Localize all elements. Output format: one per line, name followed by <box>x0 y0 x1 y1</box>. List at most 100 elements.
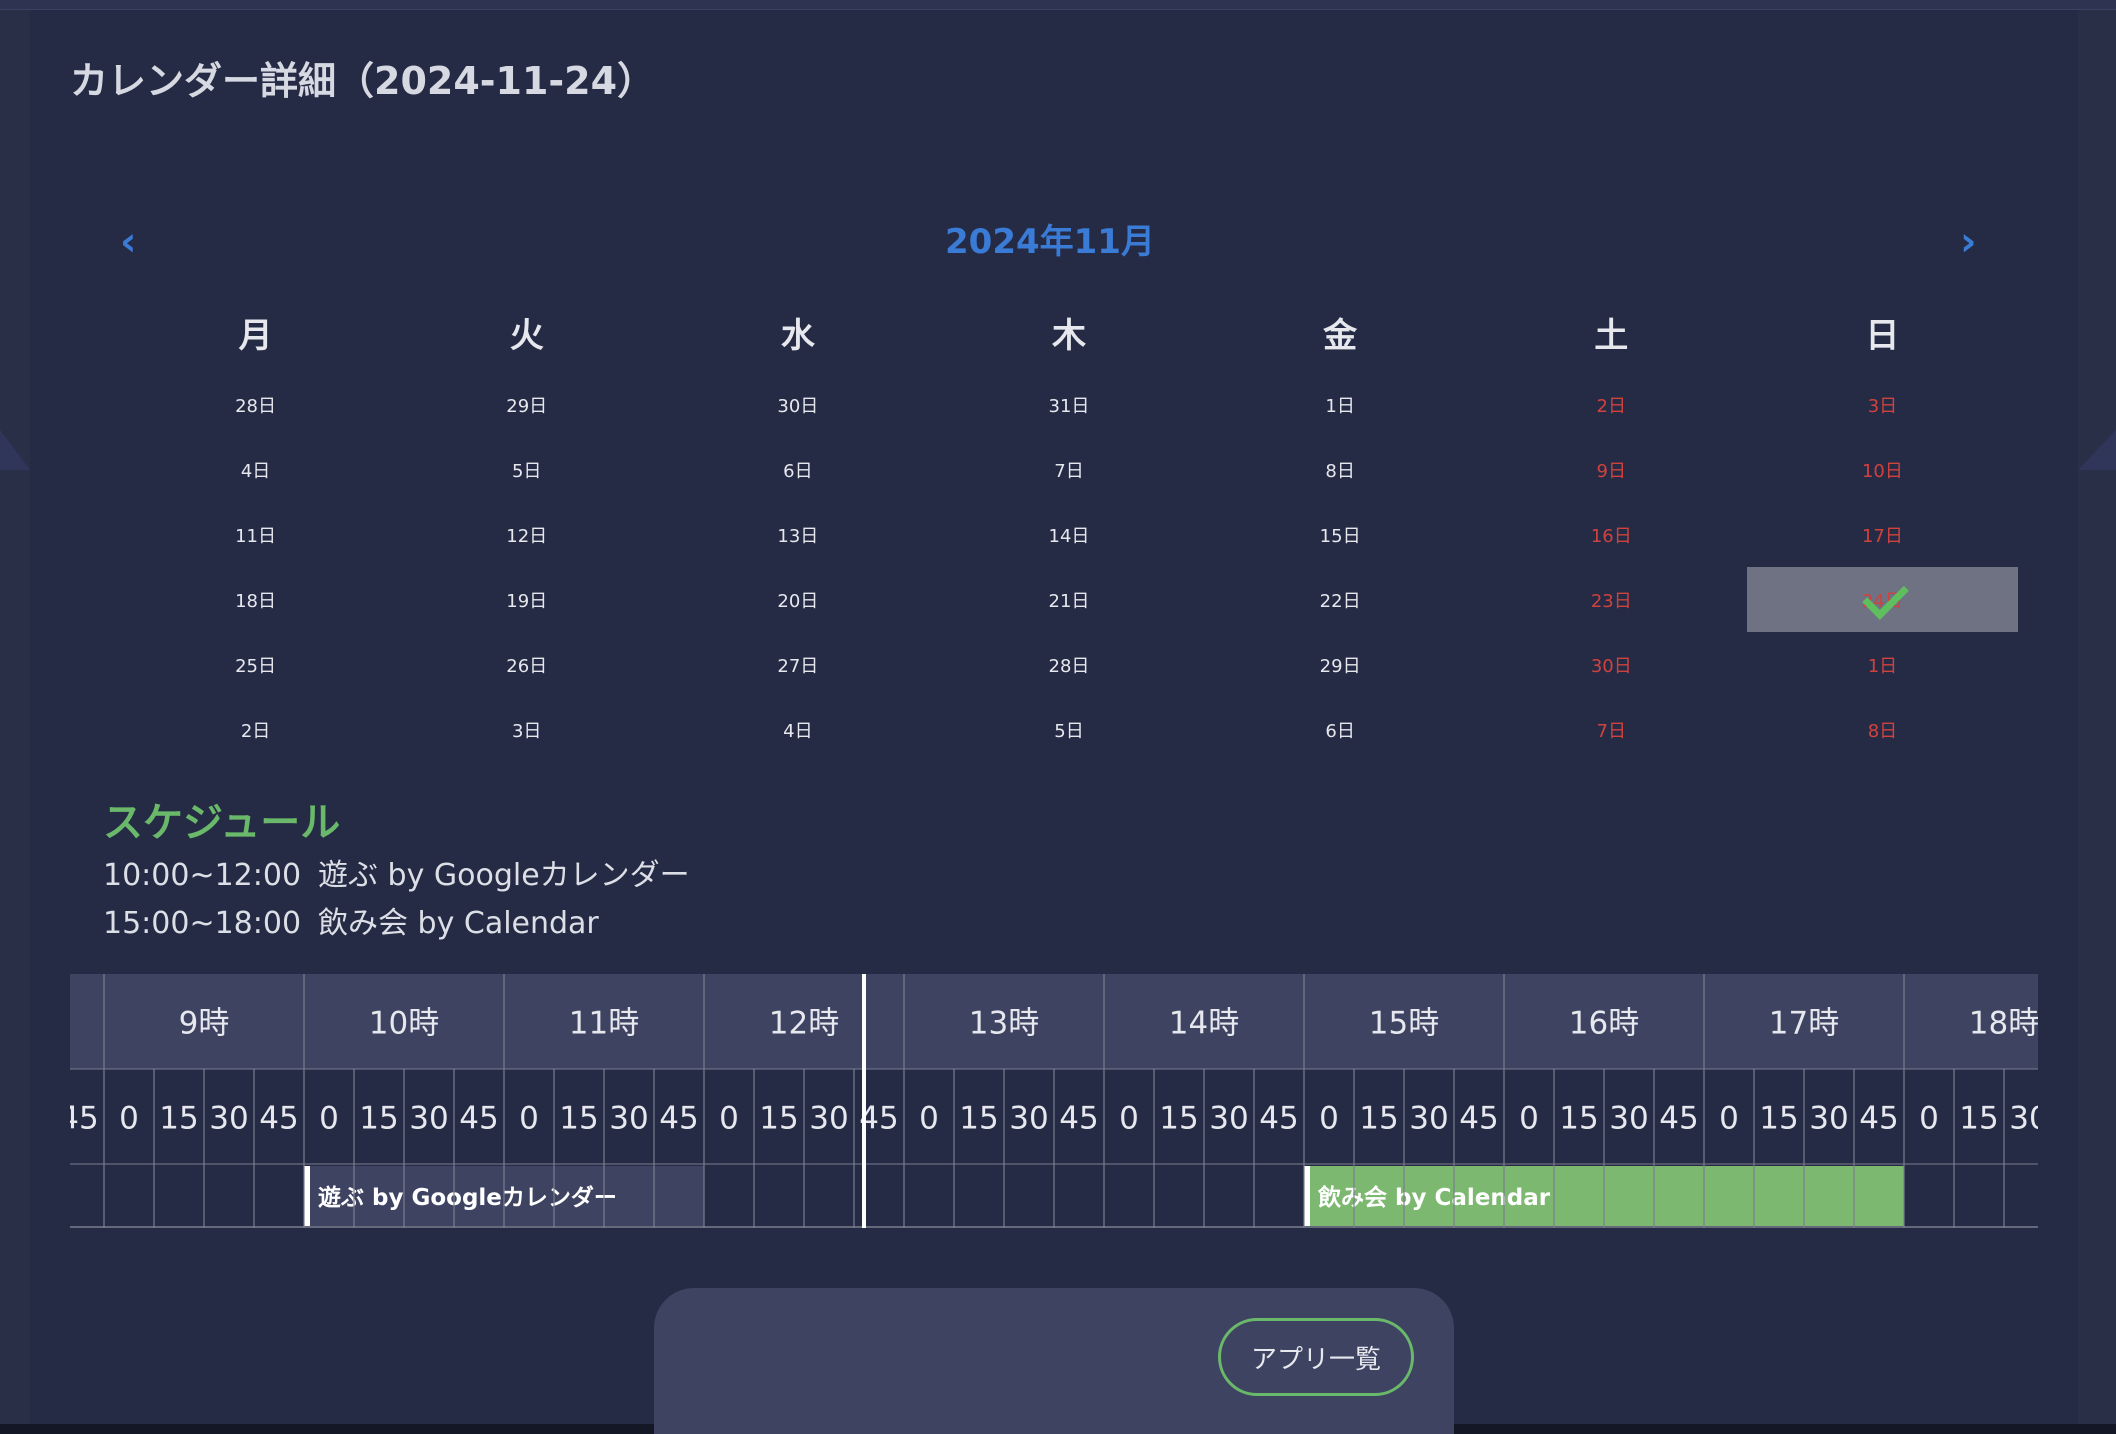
calendar-day[interactable]: 4日 <box>120 437 391 502</box>
background-left <box>0 10 30 1424</box>
calendar-day[interactable]: 28日 <box>933 632 1204 697</box>
calendar-day-label: 4日 <box>783 720 813 742</box>
calendar-day-label: 29日 <box>1319 655 1361 677</box>
calendar-day[interactable]: 2日 <box>1476 372 1747 437</box>
calendar-day[interactable]: 1日 <box>1747 632 2018 697</box>
calendar-day[interactable]: 11日 <box>120 502 391 567</box>
calendar-day-label: 2日 <box>240 720 271 742</box>
timeline-hour-header <box>70 974 2038 1069</box>
timeline-quarter-label: 15 <box>359 1101 398 1137</box>
weekday-header: 月 火 水 木 金 土 日 <box>120 308 2018 357</box>
timeline-hour-label: 14時 <box>1169 1006 1239 1042</box>
calendar-day-label: 20日 <box>777 590 819 612</box>
schedule-title: スケジュール <box>103 800 341 846</box>
calendar-day[interactable]: 5日 <box>933 697 1204 762</box>
weekday-sun: 日 <box>1865 316 1900 356</box>
timeline-hour-label: 10時 <box>369 1006 439 1042</box>
app-list-button[interactable]: アプリ一覧 <box>1218 1318 1414 1396</box>
calendar-day-label: 2日 <box>1596 395 1626 417</box>
timeline-quarter-label: 30 <box>809 1101 848 1137</box>
calendar-day[interactable]: 13日 <box>662 502 933 567</box>
calendar-day[interactable]: 30日 <box>1476 632 1747 697</box>
calendar-day[interactable]: 15日 <box>1205 502 1476 567</box>
timeline-hour-label: 12時 <box>769 1006 839 1042</box>
calendar-day[interactable]: 17日 <box>1747 502 2018 567</box>
calendar-day[interactable]: 26日 <box>391 632 662 697</box>
calendar-day[interactable]: 28日 <box>120 372 391 437</box>
timeline-hour-label: 17時 <box>1769 1006 1839 1042</box>
timeline-quarter-label: 30 <box>1209 1101 1248 1137</box>
timeline-chart: 遊ぶ by Googleカレンダー 飲み会 by Calendar 45 0 15 30 4… <box>70 974 2038 1228</box>
calendar-day[interactable]: 22日 <box>1205 567 1476 632</box>
calendar-day[interactable]: 30日 <box>662 372 933 437</box>
timeline-quarter-label: 30 <box>609 1101 648 1137</box>
calendar-day[interactable]: 29日 <box>1205 632 1476 697</box>
schedule-item-label: 飲み会 by Calendar <box>318 906 599 941</box>
timeline-quarter-label: 15 <box>159 1101 198 1137</box>
timeline-quarter-label: 15 <box>1359 1101 1398 1137</box>
calendar-day[interactable]: 25日 <box>120 632 391 697</box>
prev-month-button[interactable]: ‹ <box>120 218 136 266</box>
timeline-quarter-label: 0 <box>1519 1101 1539 1137</box>
calendar-day-label: 18日 <box>235 590 277 612</box>
calendar-day-label: 15日 <box>1319 525 1361 547</box>
calendar-day[interactable]: 9日 <box>1476 437 1747 502</box>
timeline-quarter-label: 45 <box>659 1101 698 1137</box>
page-title: カレンダー詳細（2024-11-24） <box>70 59 656 103</box>
calendar-day-label: 28日 <box>1048 655 1090 677</box>
timeline-quarter-label: 30 <box>1009 1101 1048 1137</box>
weekday-sat: 土 <box>1594 316 1629 356</box>
calendar-day[interactable]: 10日 <box>1747 437 2018 502</box>
timeline-event-marker <box>1304 1166 1310 1226</box>
calendar-grid: 28日 29日 30日 31日 1日 2日 3日 4日 5日 6日 7日 8日 9日 10日 11日 12日 1… <box>120 372 2018 762</box>
calendar-day-label: 29日 <box>506 395 548 417</box>
calendar-day[interactable]: 4日 <box>662 697 933 762</box>
calendar-day[interactable]: 29日 <box>391 372 662 437</box>
weekday-fri: 金 <box>1323 316 1358 356</box>
calendar-day[interactable]: 3日 <box>391 697 662 762</box>
calendar-day-label: 13日 <box>777 525 819 547</box>
calendar-day[interactable]: 6日 <box>1205 697 1476 762</box>
calendar-day[interactable]: 20日 <box>662 567 933 632</box>
weekday-tue: 火 <box>509 316 544 356</box>
calendar-day-label: 5日 <box>511 460 542 482</box>
calendar-day[interactable]: 5日 <box>391 437 662 502</box>
timeline[interactable]: 遊ぶ by Googleカレンダー 飲み会 by Calendar 45 0 15 30 4… <box>70 974 2038 1228</box>
calendar-day[interactable]: 8日 <box>1747 697 2018 762</box>
timeline-quarter-label: 45 <box>259 1101 298 1137</box>
calendar-day[interactable]: 21日 <box>933 567 1204 632</box>
timeline-event-label: 遊ぶ by Googleカレンダー <box>318 1184 617 1211</box>
calendar-day-label: 4日 <box>240 460 271 482</box>
calendar-day[interactable]: 3日 <box>1747 372 2018 437</box>
calendar-day[interactable]: 24日 <box>1746 567 2018 632</box>
calendar-day-label: 1日 <box>1325 395 1355 417</box>
timeline-quarter-label: 45 <box>1259 1101 1298 1137</box>
timeline-quarter-label: 0 <box>119 1101 139 1137</box>
next-month-button[interactable]: › <box>1960 218 1976 266</box>
calendar-day[interactable]: 31日 <box>933 372 1204 437</box>
timeline-quarter-label: 30 <box>1409 1101 1448 1137</box>
calendar-day[interactable]: 14日 <box>933 502 1204 567</box>
calendar-day-label: 3日 <box>1867 395 1898 417</box>
calendar-day[interactable]: 12日 <box>391 502 662 567</box>
calendar-day[interactable]: 1日 <box>1205 372 1476 437</box>
schedule-item: 15:00~18:00 飲み会 by Calendar <box>103 898 599 942</box>
calendar-day[interactable]: 7日 <box>933 437 1204 502</box>
calendar-day[interactable]: 18日 <box>120 567 391 632</box>
calendar-day-label: 8日 <box>1325 460 1355 482</box>
calendar-day[interactable]: 7日 <box>1476 697 1747 762</box>
timeline-quarter-label: 15 <box>759 1101 798 1137</box>
calendar-day-label: 7日 <box>1054 460 1084 482</box>
timeline-quarter-label: 15 <box>1959 1101 1998 1137</box>
timeline-hour-label: 15時 <box>1369 1006 1439 1042</box>
timeline-quarter-label: 30 <box>1809 1101 1848 1137</box>
calendar-day[interactable]: 2日 <box>120 697 391 762</box>
calendar-day[interactable]: 23日 <box>1476 567 1747 632</box>
calendar-day[interactable]: 16日 <box>1476 502 1747 567</box>
calendar-day[interactable]: 19日 <box>391 567 662 632</box>
timeline-quarter-label: 15 <box>1559 1101 1598 1137</box>
calendar-day[interactable]: 6日 <box>662 437 933 502</box>
calendar-day[interactable]: 27日 <box>662 632 933 697</box>
timeline-hour-label: 9時 <box>179 1006 230 1042</box>
calendar-day[interactable]: 8日 <box>1205 437 1476 502</box>
